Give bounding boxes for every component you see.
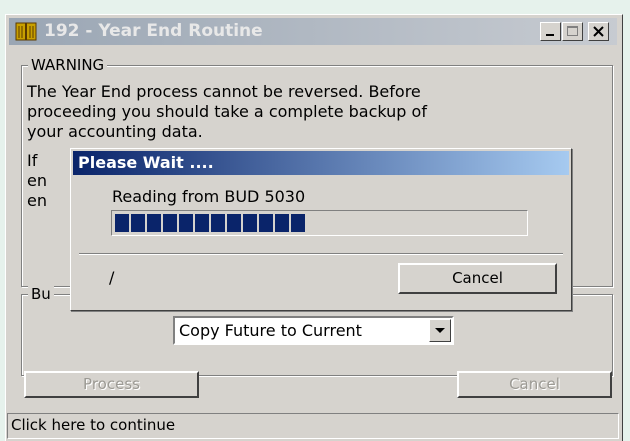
- chevron-down-icon: [435, 328, 445, 333]
- progress-block: [147, 214, 161, 232]
- title-bar[interactable]: 192 - Year End Routine: [9, 18, 617, 45]
- warning-line-3: your accounting data.: [27, 122, 203, 141]
- progress-bar: [111, 210, 528, 236]
- dialog-title: Please Wait ....: [78, 153, 214, 172]
- please-wait-dialog: Please Wait .... Reading from BUD 5030 /…: [70, 148, 572, 311]
- minimize-icon: [546, 34, 554, 36]
- progress-block: [227, 214, 241, 232]
- process-button[interactable]: Process: [24, 371, 199, 398]
- progress-block: [179, 214, 193, 232]
- progress-message: Reading from BUD 5030: [112, 187, 306, 206]
- window-title: 192 - Year End Routine: [44, 21, 263, 41]
- progress-block: [131, 214, 145, 232]
- budget-option-select[interactable]: Copy Future to Current: [173, 316, 454, 345]
- maximize-icon: [567, 26, 578, 36]
- status-bar[interactable]: Click here to continue: [7, 413, 619, 439]
- ledger-book-icon: [15, 22, 37, 41]
- warning-line-6: en: [27, 191, 47, 210]
- maximize-button[interactable]: [562, 22, 583, 41]
- cancel-button[interactable]: Cancel: [457, 371, 612, 398]
- close-icon: [593, 26, 604, 37]
- busy-spinner: /: [109, 268, 115, 287]
- progress-block: [259, 214, 273, 232]
- warning-line-2: proceeding you should take a complete ba…: [27, 102, 427, 121]
- warning-label: WARNING: [28, 56, 108, 74]
- progress-block: [211, 214, 225, 232]
- status-text: Click here to continue: [11, 416, 176, 434]
- progress-block: [195, 214, 209, 232]
- progress-block: [115, 214, 129, 232]
- dialog-title-bar[interactable]: Please Wait ....: [73, 151, 569, 175]
- dialog-separator: [79, 253, 563, 255]
- dropdown-button[interactable]: [429, 319, 451, 342]
- minimize-button[interactable]: [540, 22, 561, 41]
- warning-line-1: The Year End process cannot be reversed.…: [27, 82, 421, 101]
- close-button[interactable]: [588, 22, 609, 41]
- progress-block: [243, 214, 257, 232]
- warning-line-4: If: [27, 151, 38, 170]
- budget-group-label: Bu: [28, 285, 54, 303]
- budget-option-value: Copy Future to Current: [179, 321, 362, 340]
- progress-block: [275, 214, 289, 232]
- warning-line-5: en: [27, 171, 47, 190]
- progress-block: [163, 214, 177, 232]
- dialog-cancel-button[interactable]: Cancel: [398, 263, 557, 294]
- progress-fill: [115, 214, 307, 232]
- progress-block: [291, 214, 305, 232]
